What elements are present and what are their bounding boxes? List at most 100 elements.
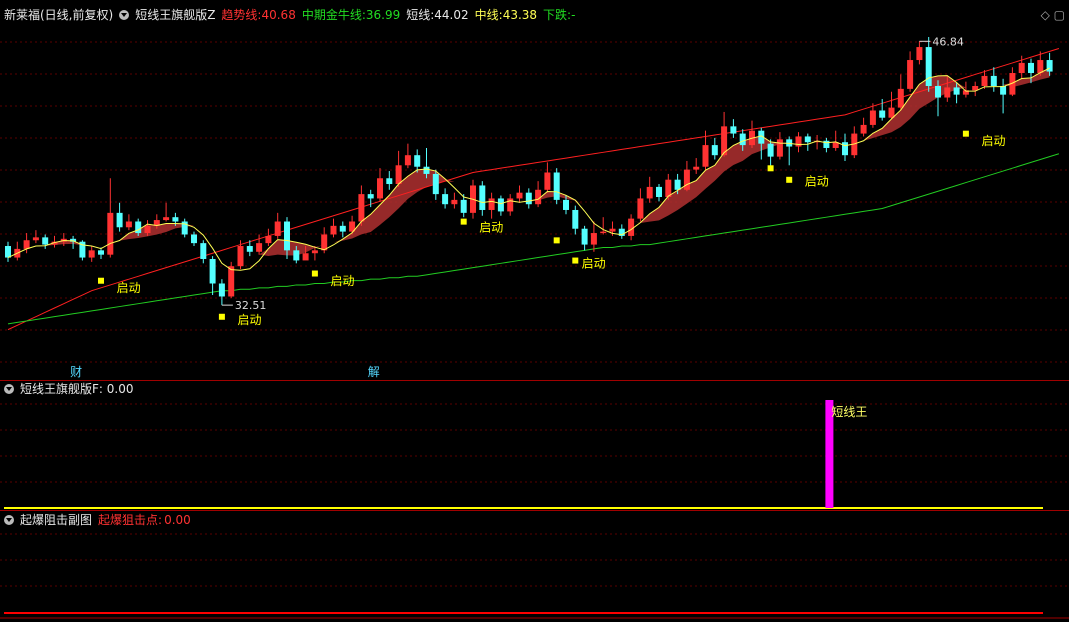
signal-marker (460, 218, 467, 225)
candle (739, 133, 746, 146)
panel-divider-1 (0, 380, 1069, 381)
candle (525, 192, 532, 205)
candle (218, 283, 225, 297)
sub2-label: 起爆狙击点: (98, 513, 163, 527)
candle (191, 234, 197, 244)
high-label: 46.84 (932, 35, 964, 48)
candle (879, 110, 886, 118)
cai-marker[interactable]: 财 (70, 365, 82, 379)
candle (516, 192, 523, 199)
candle (767, 143, 774, 157)
candle (553, 172, 560, 200)
start-label: 启动 (117, 281, 141, 295)
candle (256, 243, 263, 252)
candle (563, 199, 569, 210)
candle (683, 169, 690, 190)
candle (981, 75, 988, 86)
candle (842, 142, 848, 156)
trend-ribbon (8, 68, 1050, 258)
signal-marker (98, 277, 104, 284)
signal-marker (786, 176, 793, 183)
start-label: 启动 (331, 274, 355, 288)
candle (646, 186, 653, 199)
candle (5, 246, 11, 258)
start-label: 启动 (805, 174, 829, 188)
sub2-header: 起爆阻击副图 起爆狙击点: 0.00 (4, 511, 197, 529)
candle (172, 217, 179, 222)
signal-marker (572, 257, 579, 264)
candle (590, 233, 597, 245)
candle (163, 217, 170, 221)
candle (656, 186, 662, 197)
candle (246, 246, 253, 252)
low-label: 32.51 (235, 299, 267, 312)
candle (358, 194, 365, 222)
candle (404, 155, 411, 166)
candle (302, 253, 309, 261)
signal-marker (962, 130, 969, 137)
sub1-toggle-icon[interactable] (4, 384, 14, 394)
candle (1018, 62, 1025, 74)
candle (442, 194, 449, 205)
candle (274, 221, 281, 236)
candle (637, 198, 644, 219)
candle (776, 139, 783, 157)
sub1-indicator-name[interactable]: 短线王旗舰版F (20, 380, 99, 398)
candle (209, 258, 216, 284)
candle (479, 185, 486, 210)
start-label: 启动 (238, 313, 262, 327)
sub1-header: 短线王旗舰版F : 0.00 (4, 380, 139, 398)
candle (702, 145, 709, 167)
candle (293, 250, 300, 261)
signal-marker (767, 165, 774, 172)
candle (609, 228, 616, 232)
candle (1046, 60, 1053, 72)
candle (1000, 85, 1007, 95)
candle (497, 198, 504, 212)
candle (451, 199, 458, 205)
candle (990, 75, 997, 86)
short-line (7, 67, 1050, 271)
candle (795, 136, 802, 147)
sub1-value: : 0.00 (98, 382, 134, 396)
candle (860, 124, 867, 134)
candle (321, 234, 328, 251)
candle (730, 126, 737, 134)
candle (23, 240, 30, 249)
candle (600, 231, 607, 234)
candle (330, 225, 337, 235)
candle (488, 198, 495, 210)
candle (628, 218, 635, 236)
sub2-indicator-name[interactable]: 起爆阻击副图 (20, 511, 92, 529)
candle (1037, 60, 1044, 74)
candle (284, 221, 290, 251)
candle (423, 166, 430, 174)
candle (953, 87, 960, 95)
candle (869, 110, 876, 125)
jie-marker[interactable]: 解 (368, 365, 380, 379)
start-label: 启动 (479, 221, 503, 235)
candle (386, 178, 393, 185)
candle (804, 136, 811, 143)
candle (144, 225, 151, 234)
candle (432, 173, 439, 195)
candle (544, 172, 551, 190)
candle (925, 47, 932, 86)
candle (572, 209, 579, 229)
start-label: 启动 (582, 257, 606, 271)
candle (265, 235, 272, 244)
candle (907, 60, 914, 89)
sub1-signal-label: 短线王 (831, 405, 867, 419)
candle (135, 221, 142, 234)
candle (367, 194, 374, 199)
candle (42, 237, 49, 245)
candle (944, 87, 951, 98)
candle (581, 228, 588, 245)
candle (395, 165, 402, 185)
candle (377, 178, 383, 199)
candle (228, 266, 235, 297)
candle (1028, 62, 1034, 74)
signal-marker (218, 313, 225, 320)
sub2-value: 0.00 (164, 513, 191, 527)
sub2-toggle-icon[interactable] (4, 515, 14, 525)
